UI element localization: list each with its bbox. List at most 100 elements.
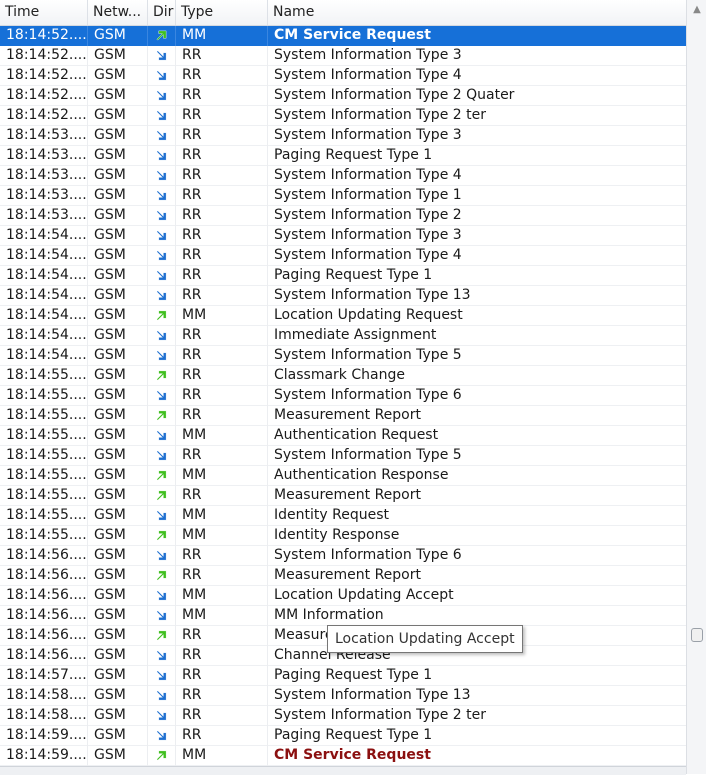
table-row[interactable]: 18:14:56.... GSM MM MM Information bbox=[0, 606, 686, 626]
uplink-arrow-icon bbox=[155, 30, 168, 46]
downlink-arrow-icon bbox=[155, 250, 168, 266]
column-header-row: Time Netw... Dir Type Name bbox=[0, 0, 686, 26]
downlink-arrow-icon bbox=[155, 690, 168, 706]
table-row[interactable]: 18:14:56.... GSM RR Measurement Report bbox=[0, 566, 686, 586]
table-row[interactable]: 18:14:55.... GSM RR Classmark Change bbox=[0, 366, 686, 386]
direction-cell bbox=[148, 606, 176, 626]
column-header-name[interactable]: Name bbox=[268, 0, 686, 25]
name-cell: System Information Type 2 ter bbox=[274, 707, 486, 723]
table-row[interactable]: 18:14:52.... GSM RR System Information Type… bbox=[0, 86, 686, 106]
direction-cell bbox=[148, 366, 176, 386]
downlink-arrow-icon bbox=[155, 50, 168, 66]
table-row[interactable]: 18:14:55.... GSM MM Identity Request bbox=[0, 506, 686, 526]
time-cell: 18:14:53.... bbox=[0, 126, 88, 146]
table-row[interactable]: 18:14:54.... GSM MM Location Updating Reque… bbox=[0, 306, 686, 326]
type-cell: RR bbox=[176, 86, 268, 106]
direction-cell bbox=[148, 206, 176, 226]
vertical-scrollbar[interactable]: ▲ bbox=[686, 0, 706, 774]
type-cell: RR bbox=[176, 266, 268, 286]
downlink-arrow-icon bbox=[155, 330, 168, 346]
table-row[interactable]: 18:14:55.... GSM RR Measurement Report bbox=[0, 486, 686, 506]
table-row[interactable]: 18:14:54.... GSM RR System Information Type… bbox=[0, 286, 686, 306]
column-header-dir[interactable]: Dir bbox=[148, 0, 176, 25]
type-cell: MM bbox=[176, 466, 268, 486]
table-row[interactable]: 18:14:53.... GSM RR System Information Type… bbox=[0, 206, 686, 226]
scroll-up-icon[interactable]: ▲ bbox=[691, 4, 703, 16]
name-cell: MM Information bbox=[274, 607, 384, 623]
type-cell: RR bbox=[176, 126, 268, 146]
table-row[interactable]: 18:14:53.... GSM RR System Information Type… bbox=[0, 166, 686, 186]
column-header-network[interactable]: Netw... bbox=[88, 0, 148, 25]
table-row[interactable]: 18:14:52.... GSM RR System Information Type… bbox=[0, 46, 686, 66]
network-cell: GSM bbox=[88, 46, 148, 66]
table-row[interactable]: 18:14:55.... GSM MM Authentication Request bbox=[0, 426, 686, 446]
direction-cell bbox=[148, 706, 176, 726]
direction-cell bbox=[148, 26, 176, 46]
type-cell: MM bbox=[176, 306, 268, 326]
network-cell: GSM bbox=[88, 586, 148, 606]
table-row[interactable]: 18:14:56.... GSM RR System Information Type… bbox=[0, 546, 686, 566]
table-row[interactable]: 18:14:55.... GSM MM Authentication Response bbox=[0, 466, 686, 486]
table-row[interactable]: 18:14:52.... GSM RR System Information Type… bbox=[0, 66, 686, 86]
table-row[interactable]: 18:14:59.... GSM MM CM Service Request bbox=[0, 746, 686, 766]
table-row[interactable]: 18:14:54.... GSM RR Immediate Assignment bbox=[0, 326, 686, 346]
table-row[interactable]: 18:14:54.... GSM RR Paging Request Type 1 bbox=[0, 266, 686, 286]
table-row[interactable]: 18:14:54.... GSM RR System Information Type… bbox=[0, 346, 686, 366]
downlink-arrow-icon bbox=[155, 290, 168, 306]
direction-cell bbox=[148, 586, 176, 606]
name-cell: Measurement Report bbox=[274, 567, 421, 583]
table-row[interactable]: 18:14:58.... GSM RR System Information Type… bbox=[0, 686, 686, 706]
type-cell: RR bbox=[176, 546, 268, 566]
table-row[interactable]: 18:14:53.... GSM RR System Information Type… bbox=[0, 126, 686, 146]
time-cell: 18:14:56.... bbox=[0, 546, 88, 566]
downlink-arrow-icon bbox=[155, 170, 168, 186]
table-row[interactable]: 18:14:55.... GSM RR System Information Type… bbox=[0, 446, 686, 466]
type-cell: RR bbox=[176, 626, 268, 646]
direction-cell bbox=[148, 626, 176, 646]
name-cell: System Information Type 4 bbox=[274, 167, 462, 183]
name-cell: System Information Type 13 bbox=[274, 287, 471, 303]
table-row[interactable]: 18:14:57.... GSM RR Paging Request Type 1 bbox=[0, 666, 686, 686]
table-row[interactable]: 18:14:54.... GSM RR System Information Type… bbox=[0, 246, 686, 266]
name-cell: System Information Type 13 bbox=[274, 687, 471, 703]
table-row[interactable]: 18:14:52.... GSM MM CM Service Request bbox=[0, 26, 686, 46]
network-cell: GSM bbox=[88, 126, 148, 146]
name-cell: System Information Type 5 bbox=[274, 347, 462, 363]
uplink-arrow-icon bbox=[155, 410, 168, 426]
direction-cell bbox=[148, 466, 176, 486]
name-cell: System Information Type 5 bbox=[274, 447, 462, 463]
name-cell: Paging Request Type 1 bbox=[274, 667, 433, 683]
table-row[interactable]: 18:14:56.... GSM MM Location Updating Accep… bbox=[0, 586, 686, 606]
network-cell: GSM bbox=[88, 566, 148, 586]
network-cell: GSM bbox=[88, 406, 148, 426]
network-cell: GSM bbox=[88, 526, 148, 546]
type-cell: RR bbox=[176, 226, 268, 246]
table-row[interactable]: 18:14:53.... GSM RR Paging Request Type 1 bbox=[0, 146, 686, 166]
scrollbar-thumb[interactable] bbox=[691, 628, 703, 642]
table-row[interactable]: 18:14:55.... GSM MM Identity Response bbox=[0, 526, 686, 546]
direction-cell bbox=[148, 526, 176, 546]
column-header-time[interactable]: Time bbox=[0, 0, 88, 25]
network-cell: GSM bbox=[88, 86, 148, 106]
name-cell: Measurement Report bbox=[274, 487, 421, 503]
table-row[interactable]: 18:14:54.... GSM RR System Information Type… bbox=[0, 226, 686, 246]
type-cell: RR bbox=[176, 106, 268, 126]
table-row[interactable]: 18:14:59.... GSM RR Paging Request Type 1 bbox=[0, 726, 686, 746]
table-row[interactable]: 18:14:53.... GSM RR System Information Type… bbox=[0, 186, 686, 206]
table-row[interactable]: 18:14:55.... GSM RR System Information Type… bbox=[0, 386, 686, 406]
time-cell: 18:14:55.... bbox=[0, 386, 88, 406]
table-row[interactable]: 18:14:55.... GSM RR Measurement Report bbox=[0, 406, 686, 426]
network-cell: GSM bbox=[88, 386, 148, 406]
downlink-arrow-icon bbox=[155, 230, 168, 246]
table-row[interactable]: 18:14:58.... GSM RR System Information Type… bbox=[0, 706, 686, 726]
type-cell: RR bbox=[176, 206, 268, 226]
network-cell: GSM bbox=[88, 746, 148, 766]
column-header-type[interactable]: Type bbox=[176, 0, 268, 25]
table-row[interactable]: 18:14:52.... GSM RR System Information Type… bbox=[0, 106, 686, 126]
time-cell: 18:14:56.... bbox=[0, 626, 88, 646]
name-cell: CM Service Request bbox=[274, 747, 431, 763]
type-cell: RR bbox=[176, 406, 268, 426]
name-cell: Location Updating Request bbox=[274, 307, 463, 323]
network-cell: GSM bbox=[88, 546, 148, 566]
time-cell: 18:14:55.... bbox=[0, 446, 88, 466]
